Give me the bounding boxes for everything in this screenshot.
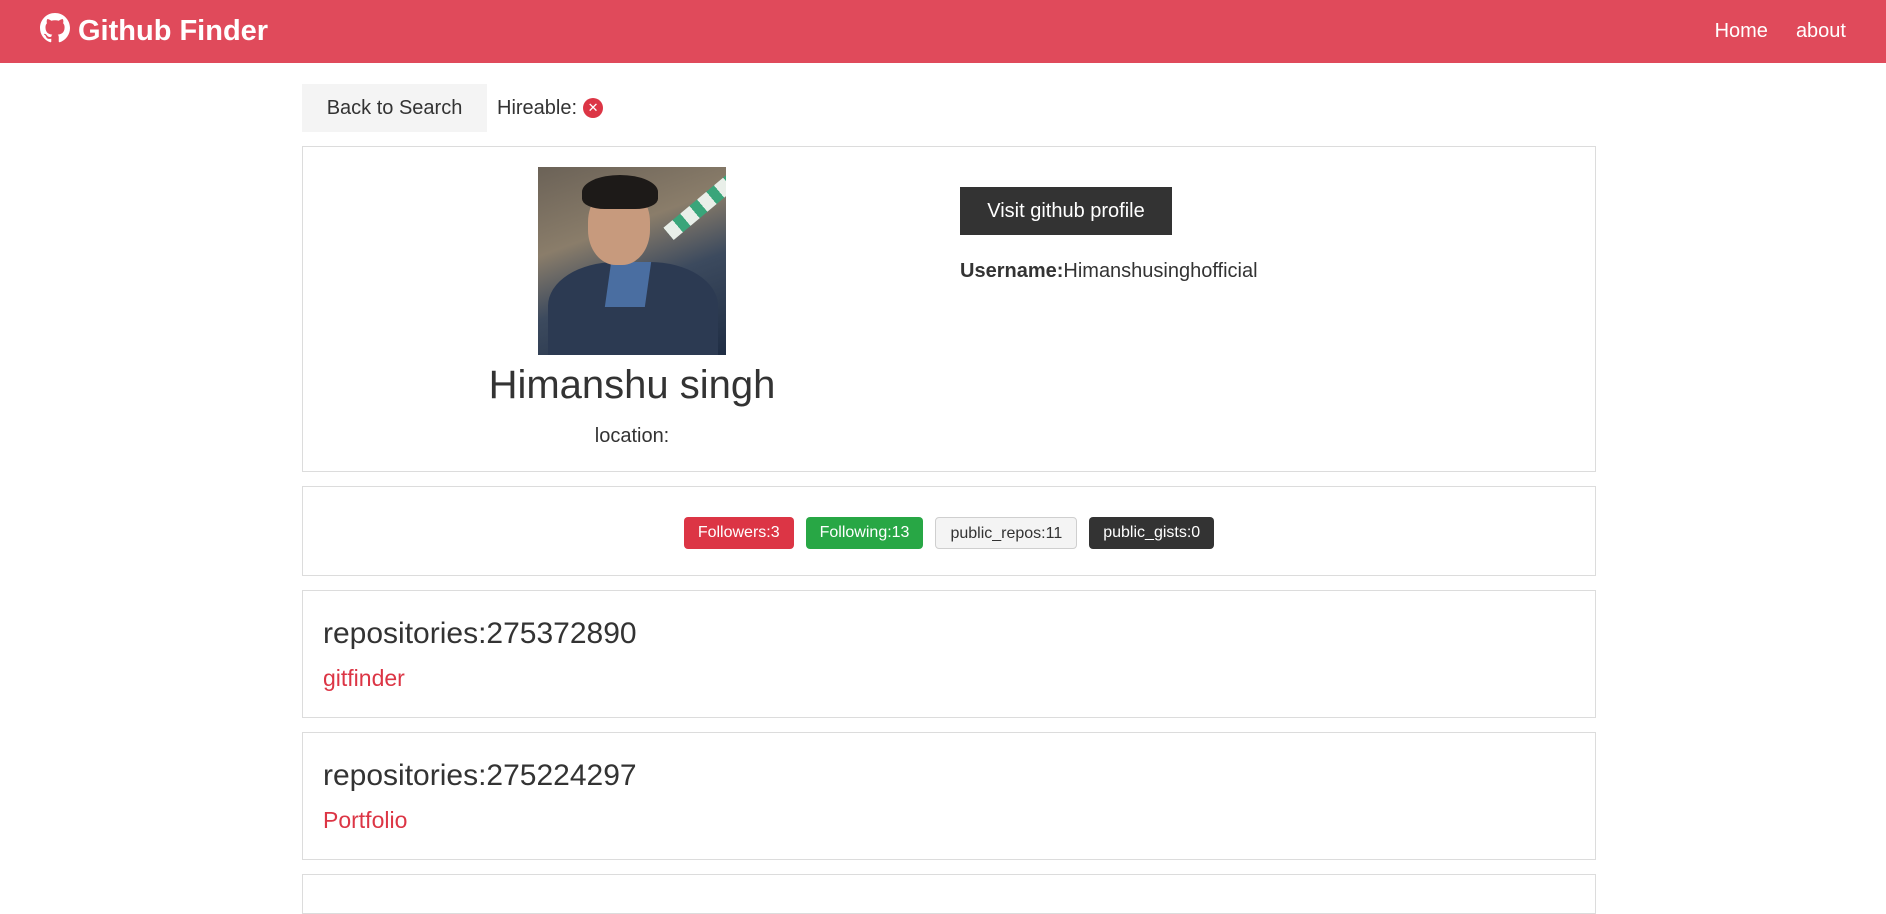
avatar <box>538 167 726 355</box>
profile-name: Himanshu singh <box>488 363 776 407</box>
repo-card: repositories:275372890 gitfinder <box>302 590 1596 718</box>
back-to-search-button[interactable]: Back to Search <box>302 84 487 132</box>
brand[interactable]: Github Finder <box>40 12 269 51</box>
username-row: Username:Himanshusinghofficial <box>960 260 1258 283</box>
profile-location: location: <box>594 425 670 447</box>
visit-github-profile-button[interactable]: Visit github profile <box>960 187 1172 235</box>
nav-home-link[interactable]: Home <box>1715 20 1768 43</box>
profile-card: Himanshu singh location: Visit github pr… <box>302 146 1596 472</box>
repo-card: repositories:275224297 Portfolio <box>302 732 1596 860</box>
stats-badges: Followers:3 Following:13 public_repos:11… <box>303 517 1595 549</box>
navbar: Github Finder Home about <box>0 0 1886 63</box>
following-badge: Following:13 <box>805 517 924 549</box>
username-label: Username: <box>960 260 1064 282</box>
repo-card <box>302 874 1596 914</box>
times-circle-icon: ✕ <box>583 98 604 118</box>
public-gists-badge: public_gists:0 <box>1089 517 1215 549</box>
username-value: Himanshusinghofficial <box>1063 260 1258 282</box>
repo-title: repositories:275224297 <box>323 759 637 792</box>
hireable-label: Hireable: <box>497 96 578 119</box>
repo-link[interactable]: gitfinder <box>323 665 405 692</box>
topbar: Back to Search Hireable: ✕ <box>302 84 604 132</box>
nav-about-link[interactable]: about <box>1796 20 1846 43</box>
repo-link[interactable]: Portfolio <box>323 807 407 834</box>
stats-card: Followers:3 Following:13 public_repos:11… <box>302 486 1596 576</box>
hireable-status: Hireable: ✕ <box>497 96 604 120</box>
nav-links: Home about <box>1687 20 1846 43</box>
github-icon <box>40 12 78 51</box>
repo-title: repositories:275372890 <box>323 617 637 650</box>
followers-badge: Followers:3 <box>683 517 794 549</box>
public-repos-badge: public_repos:11 <box>935 517 1078 549</box>
brand-title: Github Finder <box>78 15 269 47</box>
